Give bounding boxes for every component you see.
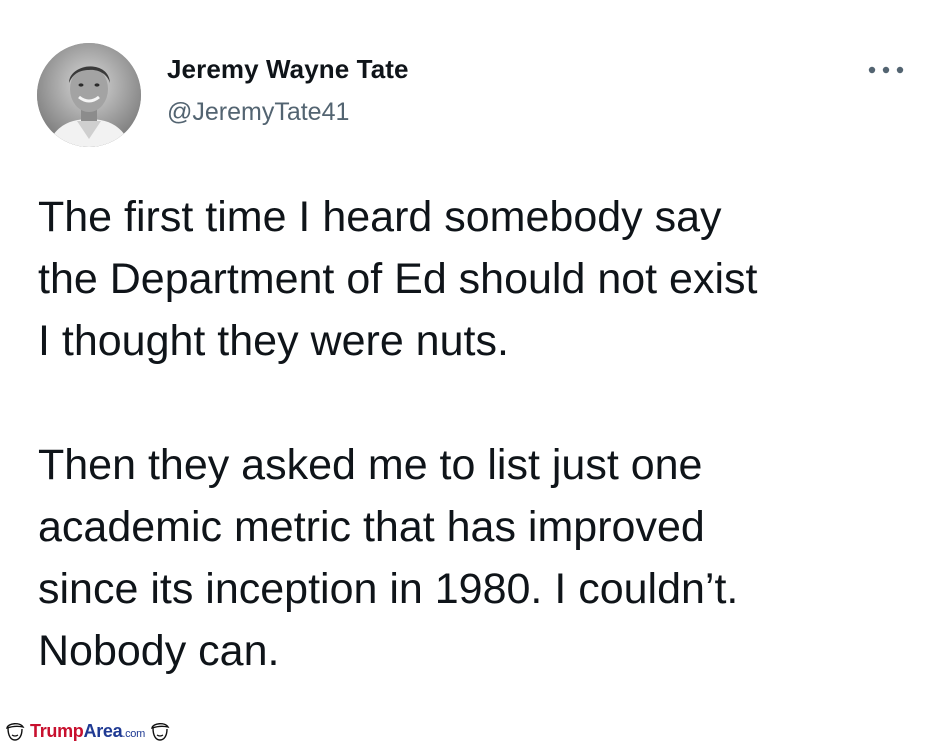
tweet-line: The first time I heard somebody say [38,193,722,241]
tweet-line: since its inception in 1980. I couldn’t. [38,565,739,613]
tweet-line: the Department of Ed should not exist [38,255,758,303]
tweet-line: academic metric that has improved [38,503,705,551]
author-handle[interactable]: @JeremyTate41 [167,98,349,127]
watermark-part-3: .com [122,727,145,740]
watermark-part-1: Trump [30,720,84,741]
tweet-line: Then they asked me to list just one [38,441,703,489]
trump-face-icon [6,723,25,741]
trump-face-icon [151,723,170,741]
watermark-part-2: Area [83,720,123,741]
author-display-name[interactable]: Jeremy Wayne Tate [167,54,409,85]
author-avatar[interactable] [37,43,141,147]
tweet-text: The first time I heard somebody say the … [38,186,918,682]
tweet-card: Jeremy Wayne Tate @JeremyTate41 The firs… [0,0,940,746]
watermark-text: TrumpArea.com [30,721,145,742]
tweet-line: I thought they were nuts. [38,317,509,365]
tweet-line: Nobody can. [38,627,280,675]
tweet-paragraph-2: Then they asked me to list just one acad… [38,434,918,682]
site-watermark: TrumpArea.com [4,717,171,745]
avatar-photo [37,43,141,147]
tweet-paragraph-1: The first time I heard somebody say the … [38,186,918,372]
more-options-icon[interactable] [864,55,908,85]
